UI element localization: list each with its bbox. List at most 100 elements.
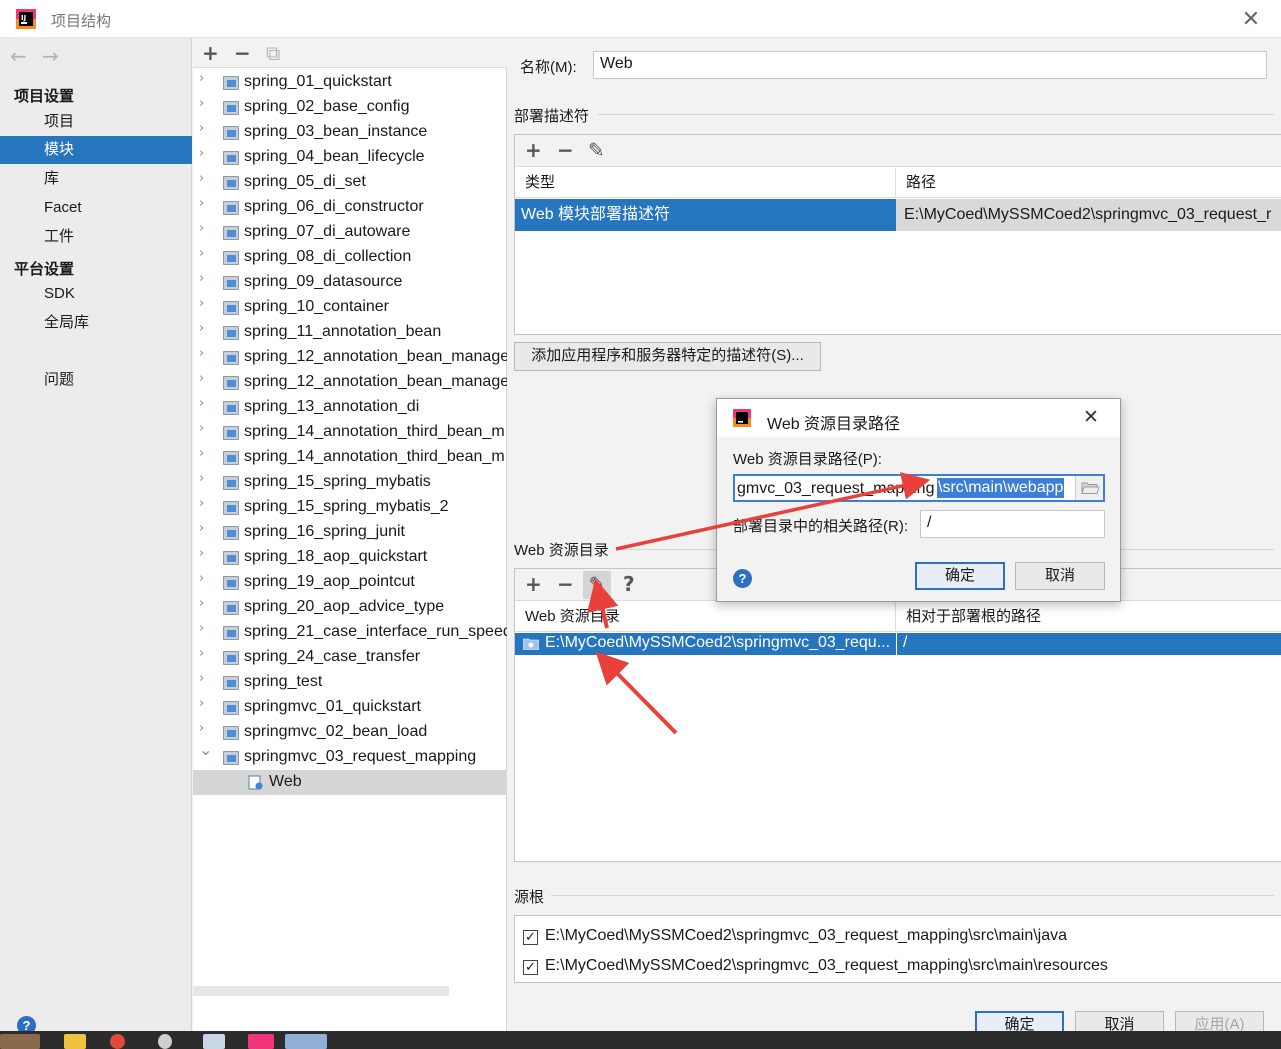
tree-row-module[interactable]: › spring_08_di_collection <box>193 245 507 270</box>
edit-web-resource-icon[interactable]: ✎ <box>583 571 611 599</box>
chevron-right-icon[interactable]: › <box>199 396 204 411</box>
chevron-right-icon[interactable]: › <box>199 321 204 336</box>
chevron-right-icon[interactable]: › <box>199 146 204 161</box>
back-arrow-icon[interactable]: ← <box>10 44 27 68</box>
chevron-right-icon[interactable]: › <box>199 246 204 261</box>
chevron-right-icon[interactable]: › <box>199 671 204 686</box>
chevron-right-icon[interactable]: › <box>199 721 204 736</box>
table-row[interactable]: E:\MyCoed\MySSMCoed2\springmvc_03_requ..… <box>515 633 1281 655</box>
tree-row-module[interactable]: › spring_12_annotation_bean_manage <box>193 370 507 395</box>
remove-descriptor-icon[interactable]: − <box>557 138 574 162</box>
cancel-button[interactable]: 取消 <box>1075 1011 1164 1031</box>
chevron-right-icon[interactable]: › <box>199 546 204 561</box>
dialog-cancel-button[interactable]: 取消 <box>1015 562 1105 590</box>
tree-row-module[interactable]: › spring_15_spring_mybatis_2 <box>193 495 507 520</box>
tree-row-module[interactable]: › spring_14_annotation_third_bean_m <box>193 445 507 470</box>
add-module-icon[interactable]: + <box>202 41 219 65</box>
tree-row-module[interactable]: ⌄ springmvc_03_request_mapping <box>193 745 507 770</box>
tree-row-module[interactable]: › spring_test <box>193 670 507 695</box>
chevron-right-icon[interactable]: › <box>199 221 204 236</box>
edit-descriptor-icon[interactable]: ✎ <box>588 138 605 162</box>
chevron-right-icon[interactable]: › <box>199 446 204 461</box>
nav-item-problems[interactable]: 问题 <box>0 366 192 394</box>
chevron-down-icon[interactable]: ⌄ <box>199 745 212 759</box>
chevron-right-icon[interactable]: › <box>199 196 204 211</box>
tree-horizontal-scrollbar[interactable] <box>193 986 449 996</box>
tree-row-module[interactable]: › spring_02_base_config <box>193 95 507 120</box>
chevron-right-icon[interactable]: › <box>199 471 204 486</box>
web-resource-path-input[interactable]: gmvc_03_request_mapping \src\main\webapp <box>733 474 1105 502</box>
copy-module-icon[interactable]: ⧉ <box>266 41 280 65</box>
chevron-right-icon[interactable]: › <box>199 571 204 586</box>
tree-row-module[interactable]: › spring_12_annotation_bean_manage <box>193 345 507 370</box>
tree-row-web-facet[interactable]: Web <box>193 770 507 795</box>
nav-item-sdk[interactable]: SDK <box>0 280 192 308</box>
tree-row-module[interactable]: › springmvc_01_quickstart <box>193 695 507 720</box>
add-server-descriptor-button[interactable]: 添加应用程序和服务器特定的描述符(S)... <box>514 342 821 371</box>
footer-help-icon[interactable]: ? <box>17 1016 36 1031</box>
help-icon[interactable]: ? <box>623 572 635 596</box>
chevron-right-icon[interactable]: › <box>199 96 204 111</box>
chevron-right-icon[interactable]: › <box>199 646 204 661</box>
chevron-right-icon[interactable]: › <box>199 621 204 636</box>
add-descriptor-icon[interactable]: + <box>525 138 542 162</box>
chevron-right-icon[interactable]: › <box>199 271 204 286</box>
chevron-right-icon[interactable]: › <box>199 696 204 711</box>
chevron-right-icon[interactable]: › <box>199 121 204 136</box>
settings-gear-icon[interactable] <box>158 1034 172 1049</box>
name-field[interactable]: Web <box>593 51 1267 79</box>
tree-row-module[interactable]: › spring_20_aop_advice_type <box>193 595 507 620</box>
tree-row-module[interactable]: › spring_15_spring_mybatis <box>193 470 507 495</box>
file-explorer-icon[interactable] <box>64 1034 86 1049</box>
table-row[interactable]: Web 模块部署描述符 E:\MyCoed\MySSMCoed2\springm… <box>515 199 1281 231</box>
chevron-right-icon[interactable]: › <box>199 371 204 386</box>
taskbar-app-icon[interactable] <box>0 1034 40 1049</box>
tree-row-module[interactable]: › spring_14_annotation_third_bean_m <box>193 420 507 445</box>
dialog-help-icon[interactable]: ? <box>733 569 752 588</box>
tree-row-module[interactable]: › spring_06_di_constructor <box>193 195 507 220</box>
window-close-icon[interactable]: ✕ <box>1240 7 1262 32</box>
tree-row-module[interactable]: › spring_10_container <box>193 295 507 320</box>
tree-row-module[interactable]: › spring_19_aop_pointcut <box>193 570 507 595</box>
ok-button[interactable]: 确定 <box>975 1011 1064 1031</box>
tree-row-module[interactable]: › spring_16_spring_junit <box>193 520 507 545</box>
tree-row-module[interactable]: › spring_01_quickstart <box>193 70 507 95</box>
dialog-close-icon[interactable]: ✕ <box>1083 406 1099 428</box>
add-web-resource-icon[interactable]: + <box>525 572 542 596</box>
chevron-right-icon[interactable]: › <box>199 71 204 86</box>
nav-item-project[interactable]: 项目 <box>0 108 192 136</box>
column-header-path[interactable]: 路径 <box>896 168 1281 198</box>
browse-folder-icon[interactable] <box>1075 476 1103 500</box>
tree-row-module[interactable]: › springmvc_02_bean_load <box>193 720 507 745</box>
chevron-right-icon[interactable]: › <box>199 421 204 436</box>
resource-root-checkbox[interactable]: ✓ <box>523 960 538 975</box>
tree-row-module[interactable]: › spring_13_annotation_di <box>193 395 507 420</box>
forward-arrow-icon[interactable]: → <box>42 44 59 68</box>
chevron-right-icon[interactable]: › <box>199 171 204 186</box>
chevron-right-icon[interactable]: › <box>199 346 204 361</box>
chevron-right-icon[interactable]: › <box>199 521 204 536</box>
apply-button[interactable]: 应用(A) <box>1175 1011 1264 1031</box>
nav-item-artifacts[interactable]: 工件 <box>0 223 192 251</box>
nav-item-modules[interactable]: 模块 <box>0 136 192 164</box>
column-header-type[interactable]: 类型 <box>515 168 896 198</box>
remove-module-icon[interactable]: − <box>234 41 251 65</box>
intellij-taskbar-icon[interactable] <box>248 1034 274 1049</box>
remove-web-resource-icon[interactable]: − <box>557 572 574 596</box>
nav-item-facets[interactable]: Facet <box>0 194 192 222</box>
chevron-right-icon[interactable]: › <box>199 496 204 511</box>
source-root-checkbox[interactable]: ✓ <box>523 930 538 945</box>
tree-row-module[interactable]: › spring_21_case_interface_run_speed <box>193 620 507 645</box>
chevron-right-icon[interactable]: › <box>199 296 204 311</box>
relative-path-input[interactable]: / <box>920 510 1105 538</box>
dialog-ok-button[interactable]: 确定 <box>915 562 1005 590</box>
chevron-right-icon[interactable]: › <box>199 596 204 611</box>
tree-row-module[interactable]: › spring_03_bean_instance <box>193 120 507 145</box>
tree-row-module[interactable]: › spring_07_di_autoware <box>193 220 507 245</box>
taskbar-window-icon[interactable] <box>285 1034 327 1049</box>
chrome-icon[interactable] <box>110 1034 125 1049</box>
tree-row-module[interactable]: › spring_24_case_transfer <box>193 645 507 670</box>
tree-row-module[interactable]: › spring_05_di_set <box>193 170 507 195</box>
tree-row-module[interactable]: › spring_18_aop_quickstart <box>193 545 507 570</box>
column-header-web-resource-dir[interactable]: Web 资源目录 <box>515 602 896 632</box>
